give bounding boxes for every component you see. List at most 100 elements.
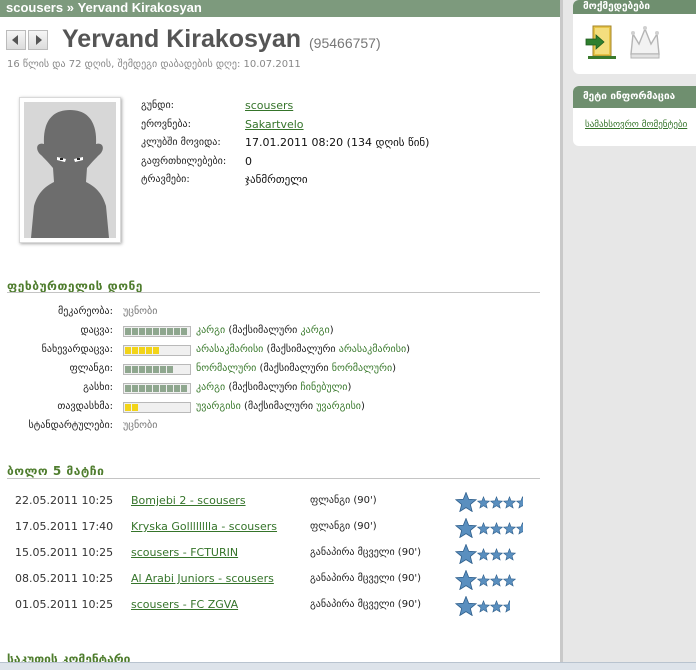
match-row: 08.05.2011 10:25 Al Arabi Juniors - scous…: [0, 569, 560, 590]
info-label: ტრავმები:: [141, 174, 190, 185]
skill-max-prefix: (მაქსიმალური: [256, 363, 332, 374]
half-star-icon: [503, 599, 510, 613]
skill-max: უვარგისი: [316, 401, 361, 412]
skill-bar-segment: [146, 366, 152, 373]
match-rating: [455, 570, 516, 590]
match-row: 22.05.2011 10:25 Bomjebi 2 - scousers ფლან…: [0, 491, 560, 512]
next-player-button[interactable]: [28, 29, 48, 50]
info-label: კლუბში მოვიდა:: [141, 137, 221, 148]
star-icon: [477, 599, 490, 613]
skill-bar-segment: [181, 347, 187, 354]
match-date: 01.05.2011 10:25: [15, 598, 114, 611]
match-link[interactable]: Al Arabi Juniors - scousers: [131, 569, 274, 589]
skill-bar-segment: [139, 328, 145, 335]
skill-bar-segment: [174, 328, 180, 335]
skill-bar-segment: [181, 328, 187, 335]
player-name: Yervand Kirakosyan: [62, 25, 302, 53]
skill-max-prefix: (მაქსიმალური: [225, 325, 301, 336]
breadcrumb-team-link[interactable]: scousers: [6, 0, 63, 16]
skill-bar-segment: [153, 347, 159, 354]
skill-max-suffix: ): [406, 344, 411, 355]
skill-current: უვარგისი: [196, 401, 241, 412]
skill-description: უვარგისი (მაქსიმალური უვარგისი): [196, 398, 365, 416]
skill-bar-segment: [160, 404, 166, 411]
match-link[interactable]: scousers - FCTURIN: [131, 543, 238, 563]
skill-bar-segment: [153, 404, 159, 411]
star-icon: [455, 570, 477, 590]
skill-unknown: უცნობი: [123, 306, 158, 317]
star-icon: [503, 495, 516, 509]
skill-bar-segment: [174, 385, 180, 392]
info-value[interactable]: scousers: [245, 98, 293, 114]
info-value[interactable]: Sakartvelo: [245, 117, 304, 133]
match-link[interactable]: Kryska Golllllllla - scousers: [131, 517, 277, 537]
skill-description: არასაკმარისი (მაქსიმალური არასაკმარისი): [196, 341, 410, 359]
star-icon: [455, 518, 477, 538]
star-icon: [490, 547, 503, 561]
star-icon: [490, 521, 503, 535]
skill-label: დაცვა:: [80, 325, 113, 336]
skill-bar-segment: [181, 404, 187, 411]
skill-label: ფლანგი:: [69, 363, 113, 374]
match-position: განაპირა მცველი (90'): [310, 547, 422, 558]
skill-max-suffix: ): [347, 382, 352, 393]
skill-bar-segment: [146, 404, 152, 411]
skills-divider: [7, 292, 540, 293]
skill-bar-segment: [167, 385, 173, 392]
skill-max: კარგი: [300, 325, 330, 336]
skill-bar-segment: [160, 347, 166, 354]
skill-bar-segment: [146, 328, 152, 335]
half-star-icon: [516, 495, 523, 509]
match-link[interactable]: Bomjebi 2 - scousers: [131, 491, 246, 511]
match-position: განაპირა მცველი (90'): [310, 599, 422, 610]
crown-icon[interactable]: [628, 24, 662, 60]
skill-description: კარგი (მაქსიმალური კარგი): [196, 322, 334, 340]
skill-bar-segment: [132, 366, 138, 373]
skill-bar-segment: [167, 366, 173, 373]
half-star-icon: [516, 521, 523, 535]
skill-bar-segment: [160, 366, 166, 373]
sidebar: მოქმედებები მეტი ინფორმაცია სამახსოვრო მ…: [563, 0, 696, 662]
skill-bar-segment: [174, 366, 180, 373]
skill-bar-segment: [153, 328, 159, 335]
match-position: ფლანგი (90'): [310, 495, 377, 506]
skill-bar-segment: [153, 385, 159, 392]
skill-label: მეკარეობა:: [57, 306, 113, 317]
exit-door-icon[interactable]: [584, 24, 618, 60]
skill-bar-segment: [139, 404, 145, 411]
skill-bar-segment: [139, 366, 145, 373]
previous-player-button[interactable]: [6, 29, 26, 50]
skill-bar-segment: [132, 385, 138, 392]
breadcrumb: scousers » Yervand Kirakosyan: [0, 0, 560, 17]
skill-bar-segment: [181, 385, 187, 392]
memorable-moments-link[interactable]: სამახსოვრო მომენტები: [573, 108, 696, 130]
more-info-title: მეტი ინფორმაცია: [573, 86, 696, 108]
player-avatar: [19, 97, 121, 243]
skill-bar-segment: [139, 385, 145, 392]
info-label: გაფრთხილებები:: [141, 155, 227, 167]
star-icon: [477, 521, 490, 535]
skill-max-suffix: ): [329, 325, 334, 336]
skill-label: ნახევარდაცვა:: [41, 344, 113, 355]
skill-bar-segment: [132, 347, 138, 354]
player-id: (95466757): [309, 34, 381, 51]
title-row: Yervand Kirakosyan (95466757): [6, 25, 381, 54]
window-status-bar: [0, 662, 696, 670]
info-value: 0: [245, 154, 252, 168]
star-icon: [503, 573, 516, 587]
matches-section-title: ბოლო 5 მატჩი: [7, 464, 105, 478]
skill-max-suffix: ): [360, 401, 365, 412]
actions-box: მოქმედებები: [573, 0, 696, 74]
skill-label: თავდასხმა:: [57, 401, 113, 412]
skill-bar-segment: [174, 404, 180, 411]
info-value: 17.01.2011 08:20 (134 დღის წინ): [245, 136, 430, 149]
match-date: 08.05.2011 10:25: [15, 572, 114, 585]
skill-bar-segment: [167, 347, 173, 354]
star-icon: [477, 573, 490, 587]
skill-bar-segment: [153, 366, 159, 373]
matches-divider: [7, 478, 540, 479]
skill-current: არასაკმარისი: [196, 344, 264, 355]
skill-max-suffix: ): [392, 363, 397, 374]
match-position: ფლანგი (90'): [310, 521, 377, 532]
match-link[interactable]: scousers - FC ZGVA: [131, 595, 238, 615]
